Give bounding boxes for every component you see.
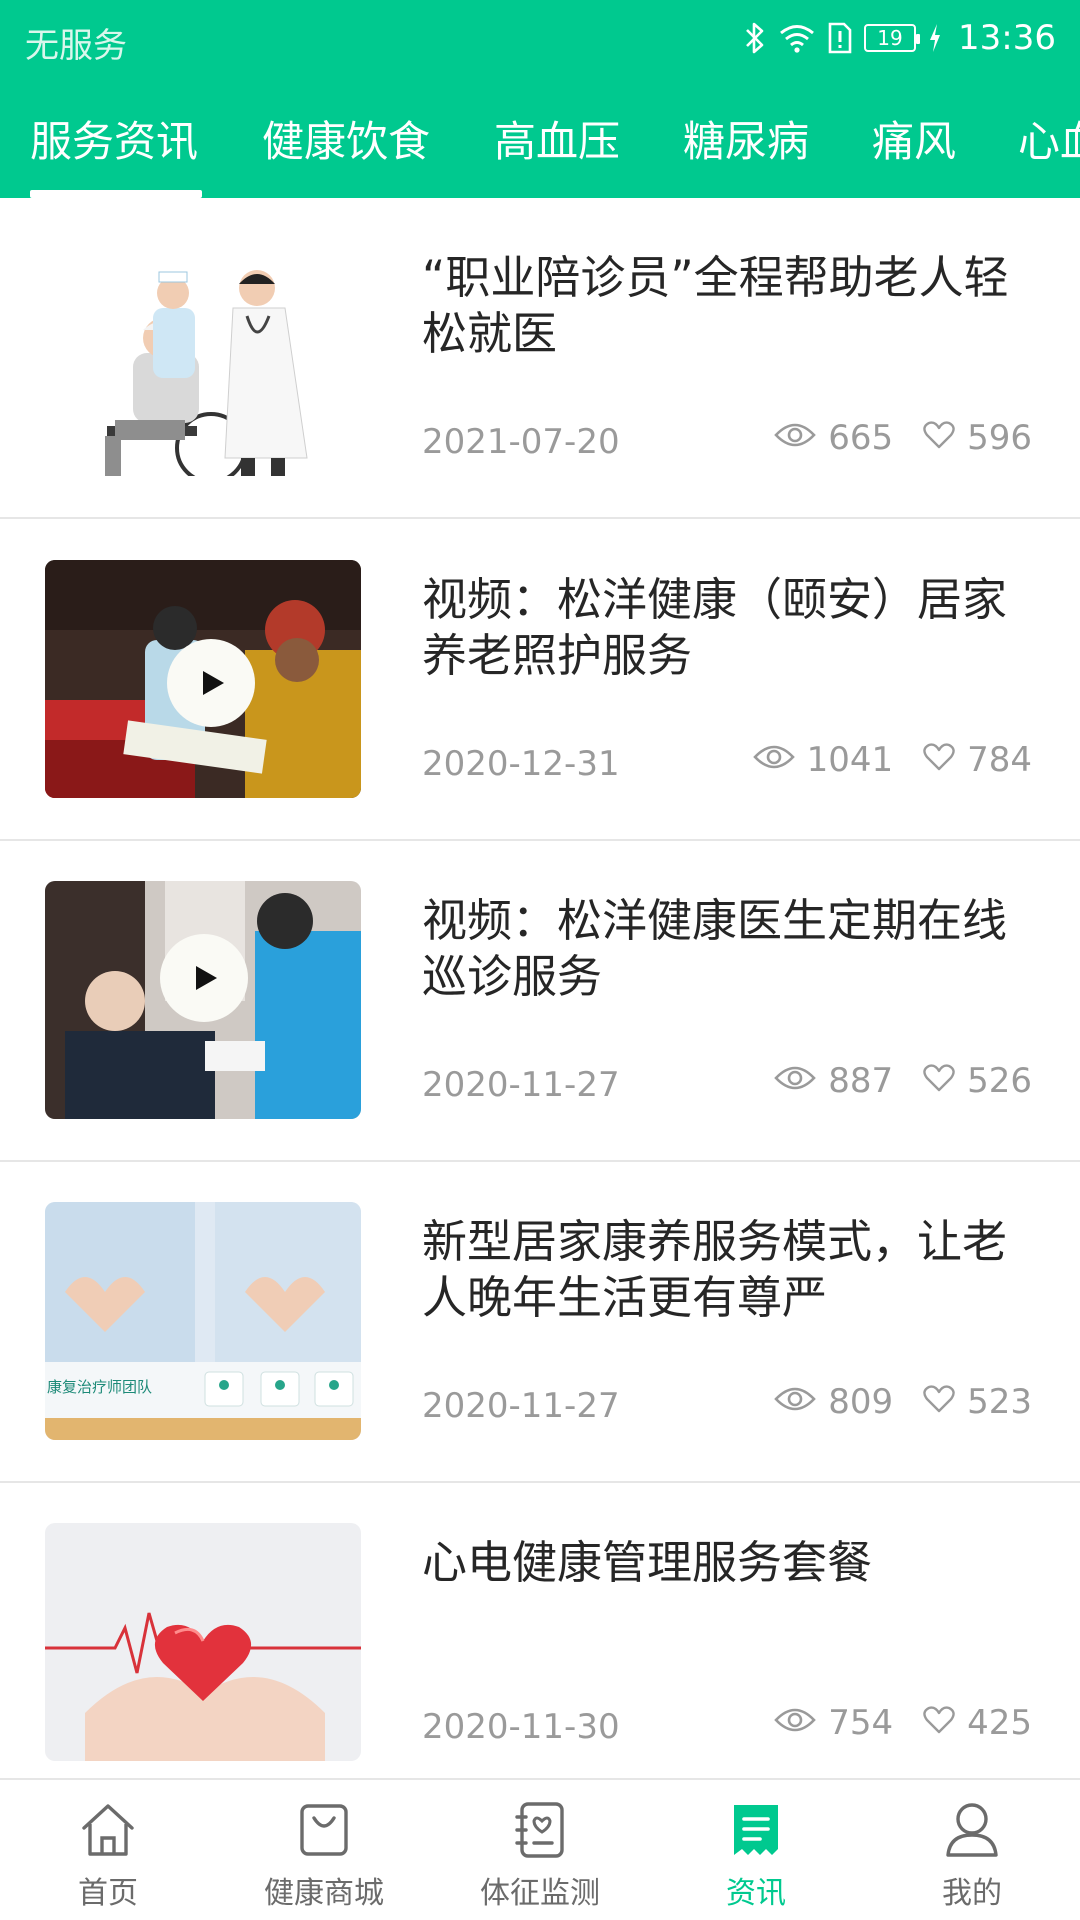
nav-label: 健康商城	[264, 1876, 384, 1911]
status-bar: 无服务 19 13:36	[0, 0, 1080, 76]
article-title: “职业陪诊员”全程帮助老人轻松就医	[422, 251, 1009, 360]
article-thumbnail	[45, 560, 361, 798]
play-icon[interactable]	[159, 933, 249, 1023]
likes-stat[interactable]: 784	[923, 740, 1032, 780]
views-count: 665	[828, 418, 894, 458]
sim-alert-icon	[828, 22, 852, 54]
eye-icon	[752, 740, 795, 780]
views-stat: 887	[774, 1061, 893, 1101]
views-count: 754	[828, 1703, 894, 1743]
article-title: 视频：松洋健康（颐安）居家养老照护服务	[422, 573, 1008, 682]
category-tabs: 服务资讯 健康饮食 高血压 糖尿病 痛风 心血	[0, 96, 1080, 198]
play-icon[interactable]	[166, 638, 256, 728]
article-thumbnail	[45, 238, 361, 476]
app-root: 无服务 19 13:36 服务资讯 健康饮食 高血压 糖尿病 痛风 心 “职业陪…	[0, 0, 1080, 1920]
views-stat: 1041	[752, 740, 894, 780]
user-icon	[864, 1798, 1080, 1862]
eye-icon	[774, 1703, 816, 1743]
home-icon	[0, 1798, 216, 1862]
nav-label: 我的	[942, 1876, 1002, 1911]
shopping-bag-icon	[216, 1798, 432, 1862]
tab-cardiovascular[interactable]: 心血	[1018, 108, 1080, 169]
views-count: 1041	[806, 740, 894, 780]
likes-count: 784	[967, 740, 1032, 780]
article-thumbnail: 康复治疗师团队	[45, 1202, 361, 1440]
tab-gout[interactable]: 痛风	[872, 108, 956, 169]
eye-icon	[774, 1061, 816, 1101]
battery-icon: 19	[864, 24, 921, 52]
nav-health-mall[interactable]: 健康商城	[216, 1798, 432, 1912]
charging-icon	[928, 23, 942, 53]
views-stat: 809	[774, 1382, 893, 1422]
article-title: 视频：松洋健康医生定期在线巡诊服务	[422, 894, 1008, 1003]
likes-stat[interactable]: 523	[923, 1382, 1032, 1422]
article-thumbnail	[45, 881, 361, 1119]
likes-count: 596	[967, 418, 1032, 458]
nav-home[interactable]: 首页	[0, 1798, 216, 1912]
eye-icon	[774, 1382, 816, 1422]
nav-news[interactable]: 资讯	[648, 1798, 864, 1912]
nav-label: 首页	[78, 1876, 138, 1911]
header: 无服务 19 13:36 服务资讯 健康饮食 高血压 糖尿病 痛风 心	[0, 0, 1080, 198]
article-date: 2021-07-20	[422, 422, 620, 462]
likes-stat[interactable]: 425	[923, 1703, 1032, 1743]
article-date: 2020-11-30	[422, 1707, 620, 1747]
heart-icon	[923, 1061, 955, 1101]
views-count: 809	[828, 1382, 894, 1422]
wifi-icon	[778, 23, 816, 53]
tab-healthy-diet[interactable]: 健康饮食	[262, 108, 430, 169]
article-item[interactable]: 心电健康管理服务套餐 2020-11-30 754 425	[0, 1483, 1080, 1778]
article-date: 2020-11-27	[422, 1065, 620, 1105]
clock: 13:36	[958, 18, 1056, 58]
tab-hypertension[interactable]: 高血压	[494, 108, 620, 169]
article-date: 2020-11-27	[422, 1386, 620, 1426]
active-tab-indicator	[30, 190, 202, 198]
bottom-nav: 首页 健康商城 体征监测 资讯 我的	[0, 1778, 1080, 1920]
likes-stat[interactable]: 596	[923, 418, 1032, 458]
likes-count: 523	[967, 1382, 1032, 1422]
tab-diabetes[interactable]: 糖尿病	[683, 108, 809, 169]
article-thumbnail	[45, 1523, 361, 1761]
nav-profile[interactable]: 我的	[864, 1798, 1080, 1912]
status-icons: 19 13:36	[744, 14, 1056, 62]
likes-stat[interactable]: 526	[923, 1061, 1032, 1101]
nav-label: 体征监测	[480, 1876, 600, 1911]
article-stats: 809 523	[774, 1382, 1032, 1422]
nav-label: 资讯	[726, 1876, 786, 1911]
likes-count: 526	[967, 1061, 1032, 1101]
monitor-notebook-icon	[432, 1798, 648, 1862]
article-stats: 1041 784	[752, 740, 1032, 780]
nav-vital-signs[interactable]: 体征监测	[432, 1798, 648, 1912]
article-stats: 754 425	[774, 1703, 1032, 1743]
views-stat: 665	[774, 418, 893, 458]
views-stat: 754	[774, 1703, 893, 1743]
eye-icon	[774, 418, 816, 458]
thumbnail-caption: 康复治疗师团队	[47, 1378, 153, 1396]
heart-icon	[923, 418, 955, 458]
article-item[interactable]: 视频：松洋健康医生定期在线巡诊服务 2020-11-27 887 526	[0, 841, 1080, 1162]
bluetooth-icon	[744, 21, 766, 55]
article-title: 新型居家康养服务模式，让老人晚年生活更有尊严	[422, 1215, 1008, 1324]
views-count: 887	[828, 1061, 894, 1101]
heart-icon	[923, 1382, 955, 1422]
article-stats: 665 596	[774, 418, 1032, 458]
likes-count: 425	[967, 1703, 1032, 1743]
article-date: 2020-12-31	[422, 744, 620, 784]
article-stats: 887 526	[774, 1061, 1032, 1101]
article-item[interactable]: “职业陪诊员”全程帮助老人轻松就医 2021-07-20 665 596	[0, 198, 1080, 519]
article-item[interactable]: 视频：松洋健康（颐安）居家养老照护服务 2020-12-31 1041 784	[0, 520, 1080, 841]
article-list: “职业陪诊员”全程帮助老人轻松就医 2021-07-20 665 596 视频：…	[0, 198, 1080, 1778]
article-item[interactable]: 康复治疗师团队 新型居家康养服务模式，让老人晚年生活更有尊严 2020-11-2…	[0, 1162, 1080, 1483]
carrier-text: 无服务	[25, 26, 127, 66]
heart-icon	[923, 1703, 955, 1743]
heart-icon	[923, 740, 955, 780]
news-icon	[648, 1798, 864, 1862]
article-title: 心电健康管理服务套餐	[422, 1536, 873, 1589]
tab-service-news[interactable]: 服务资讯	[30, 108, 198, 169]
